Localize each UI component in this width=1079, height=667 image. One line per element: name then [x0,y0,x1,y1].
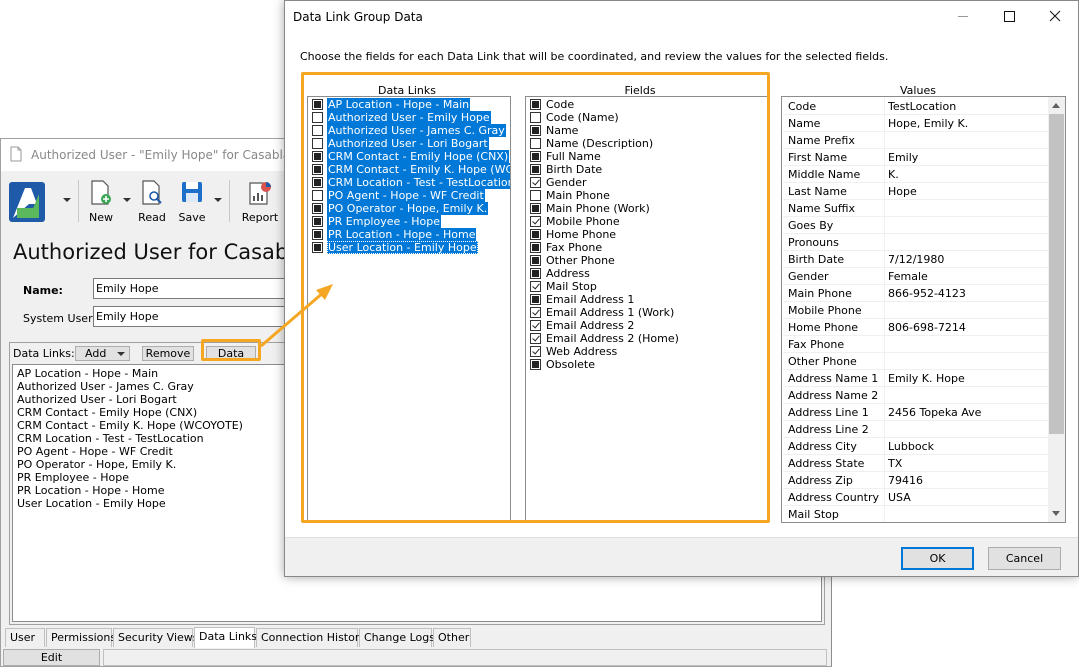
value-row: Address Country USA [783,489,1051,506]
maximize-icon [1004,11,1015,22]
value-row: Name Suffix [783,200,1051,217]
value-row: Address Zip 79416 [783,472,1051,489]
add-dropdown-icon [117,352,125,356]
save-label: Save [178,211,206,224]
values-grid[interactable]: Code TestLocation Name Hope, Emily K. Name… [781,96,1066,523]
read-label: Read [138,211,166,224]
new-label: New [89,211,113,224]
scroll-down-icon[interactable] [1052,511,1060,516]
save-disk-icon [182,182,202,202]
data-links-label: Data Links: [13,347,75,360]
scroll-up-icon[interactable] [1052,103,1060,108]
value-row: Address Line 1 2456 Topeka Ave [783,404,1051,421]
value-row: Name Prefix [783,132,1051,149]
list-item[interactable]: Authorized User - Lori Bogart [17,393,177,406]
name-label: Name: [23,284,63,297]
report-chart-icon [249,182,271,205]
value-row: Last Name Hope [783,183,1051,200]
list-item[interactable]: PO Agent - Hope - WF Credit [17,445,173,458]
system-user-input[interactable]: Emily Hope [93,306,293,327]
value-row: Birth Date 7/12/1980 [783,251,1051,268]
value-row: Goes By [783,217,1051,234]
list-item[interactable]: CRM Location - Test - TestLocation [17,432,204,445]
list-item[interactable]: PR Employee - Hope [17,471,129,484]
value-row: Address City Lubbock [783,438,1051,455]
values-scrollbar[interactable] [1048,97,1065,522]
list-item[interactable]: Authorized User - James C. Gray [17,380,194,393]
new-document-icon [91,180,111,205]
value-row: Mail Stop [783,506,1051,522]
tab-user[interactable]: User [5,628,45,647]
value-row: Address Name 2 [783,387,1051,404]
list-item[interactable]: PO Operator - Hope, Emily K. [17,458,176,471]
add-label: Add [85,347,107,360]
list-item[interactable]: AP Location - Hope - Main [17,367,158,380]
value-row: Pronouns [783,234,1051,251]
value-row: First Name Emily [783,149,1051,166]
add-button[interactable]: Add [75,346,130,361]
save-dropdown-icon[interactable] [214,198,222,202]
system-user-label: System User: [23,312,97,325]
value-row: Middle Name K. [783,166,1051,183]
tab-other[interactable]: Other [433,628,471,647]
tab-permissions[interactable]: Permissions [46,628,116,647]
dialog-footer: OK Cancel [285,537,1078,576]
list-item[interactable]: CRM Contact - Emily Hope (CNX) [17,406,197,419]
app-menu-dropdown-icon[interactable] [63,198,71,202]
app-logo-icon [9,182,45,222]
value-row: Code TestLocation [783,98,1051,115]
tab-security-views[interactable]: Security Views [113,628,199,647]
value-row: Address State TX [783,455,1051,472]
tab-data-links[interactable]: Data Links [194,627,257,648]
minimize-button[interactable] [940,1,986,32]
value-row: Gender Female [783,268,1051,285]
window-title: Authorized User - "Emily Hope" for Casab… [31,148,312,162]
lists-highlight [301,72,770,523]
read-search-icon [142,180,162,205]
name-input[interactable]: Emily Hope [93,278,293,299]
value-row: Name Hope, Emily K. [783,115,1051,132]
list-item[interactable]: PR Location - Hope - Home [17,484,164,497]
data-button-highlight [201,339,261,361]
page-title: Authorized User for Casablan [13,240,321,264]
value-row: Address Name 1 Emily K. Hope [783,370,1051,387]
list-item[interactable]: User Location - Emily Hope [17,497,166,510]
dialog-title: Data Link Group Data [293,10,423,24]
value-row: Main Phone 866-952-4123 [783,285,1051,302]
report-label: Report [241,211,279,224]
close-button[interactable] [1032,1,1078,32]
new-dropdown-icon[interactable] [123,198,131,202]
value-row: Home Phone 806-698-7214 [783,319,1051,336]
value-row: Mobile Phone [783,302,1051,319]
document-icon [10,146,22,162]
scrollbar-thumb[interactable] [1049,114,1064,434]
tab-connection-history[interactable]: Connection History [256,628,366,647]
minimize-icon [958,16,968,17]
instructions-text: Choose the fields for each Data Link tha… [300,50,889,63]
cancel-button[interactable]: Cancel [988,547,1061,570]
value-row: Address Line 2 [783,421,1051,438]
maximize-button[interactable] [986,1,1032,32]
edit-button[interactable]: Edit [3,649,100,666]
close-icon [1049,10,1061,22]
dialog-titlebar: Data Link Group Data [285,1,1078,32]
remove-button[interactable]: Remove [142,346,194,361]
value-row: Other Phone [783,353,1051,370]
tab-change-logs[interactable]: Change Logs [359,628,435,647]
status-bar [103,649,827,666]
ok-button[interactable]: OK [901,547,974,570]
value-row: Fax Phone [783,336,1051,353]
list-item[interactable]: CRM Contact - Emily K. Hope (WCOYOTE) [17,419,243,432]
